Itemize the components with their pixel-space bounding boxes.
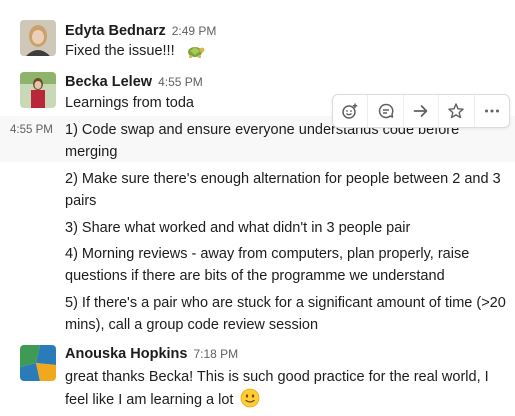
reply-in-thread-button[interactable] [368,95,404,127]
reply-in-thread-icon [378,103,394,119]
message-text: 3) Share what worked and what didn't in … [65,220,411,236]
save-star-icon [448,103,465,119]
message-text: 2) Make sure there's enough alternation … [65,171,501,209]
add-reaction-button[interactable] [333,95,369,127]
avatar[interactable] [20,72,56,108]
message-text: Learnings from toda [65,95,194,111]
slightly-smiling-face-emoji [240,388,260,415]
message-text: 4) Morning reviews - away from computers… [65,246,470,284]
message-text: Fixed the issue!!! [65,40,505,66]
timestamp[interactable]: 2:49 PM [172,24,217,38]
message-body: great thanks Becka! This is such good pr… [65,369,489,408]
share-message-icon [413,105,428,117]
more-actions-button[interactable] [475,95,509,127]
message-text: great thanks Becka! This is such good pr… [65,366,510,415]
message-actions-toolbar [332,94,510,128]
author-name[interactable]: Becka Lelew 4:55 PM [65,74,203,90]
save-message-button[interactable] [439,95,475,127]
add-reaction-icon [342,103,358,119]
message-text: 5) If there's a pair who are stuck for a… [65,295,506,333]
author-name[interactable]: Edyta Bednarz 2:49 PM [65,23,216,39]
author-name[interactable]: Anouska Hopkins 7:18 PM [65,346,238,362]
more-actions-icon [484,109,499,113]
hover-timestamp[interactable]: 4:55 PM [10,124,53,136]
avatar[interactable] [20,345,56,381]
avatar[interactable] [20,20,56,56]
timestamp[interactable]: 7:18 PM [193,347,238,361]
share-message-button[interactable] [404,95,440,127]
turtle-emoji [185,41,205,66]
message-body: Fixed the issue!!! [65,43,175,59]
timestamp[interactable]: 4:55 PM [158,75,203,89]
